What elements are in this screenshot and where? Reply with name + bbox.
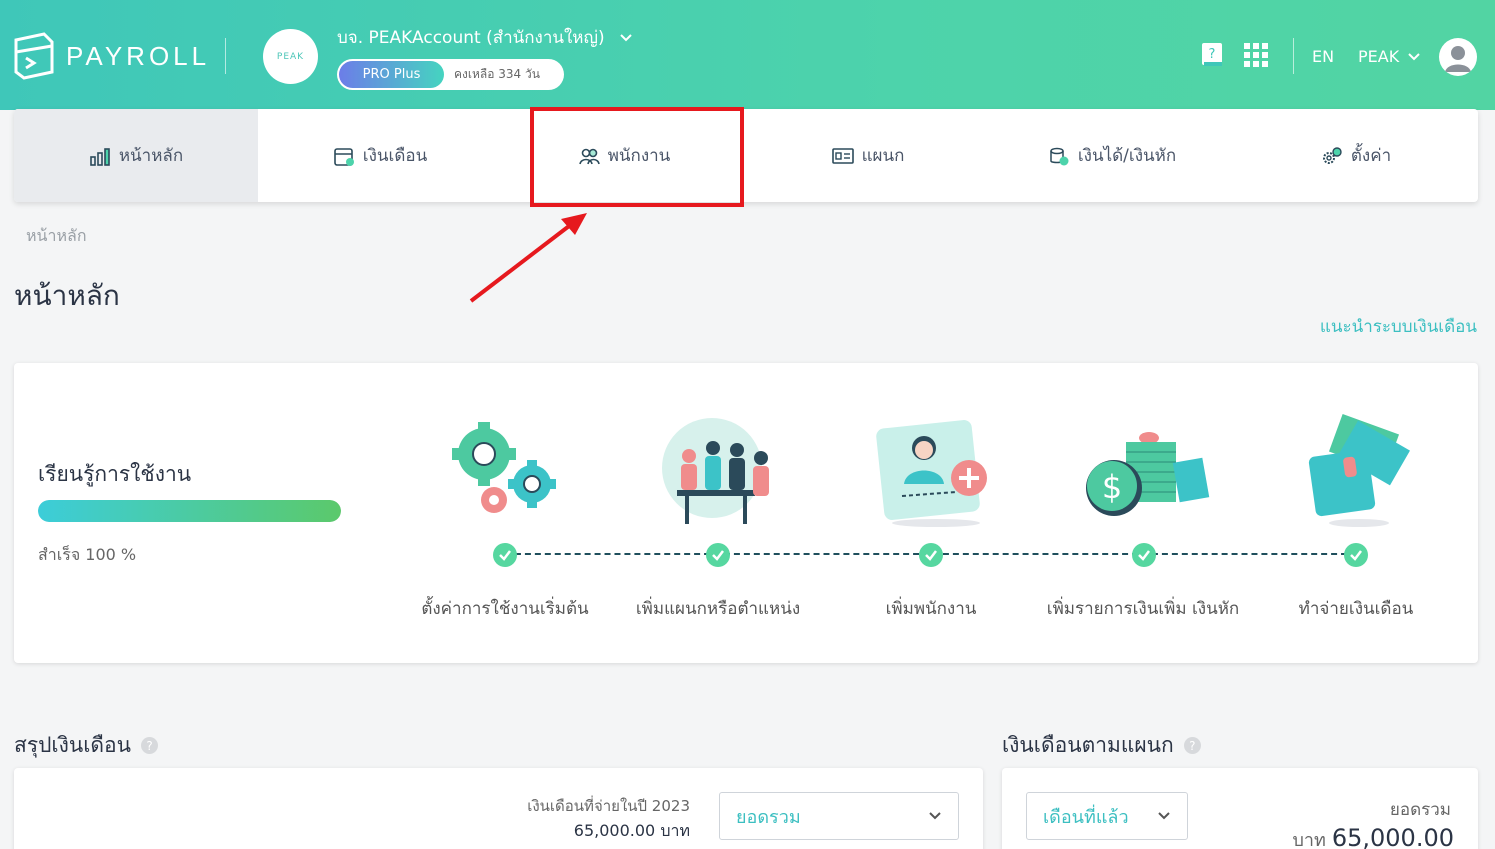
- step-label[interactable]: ทำจ่ายเงินเดือน: [1236, 595, 1476, 622]
- gears-icon: [1322, 146, 1342, 164]
- summary-section-title: สรุปเงินเดือน ?: [14, 729, 158, 762]
- nav-item-salary[interactable]: เงินเดือน: [258, 109, 502, 202]
- header-divider: [225, 38, 226, 74]
- payroll-logo[interactable]: PAYROLL: [14, 32, 210, 80]
- summary-select-value: ยอดรวม: [736, 806, 801, 828]
- chart-icon: [90, 147, 110, 166]
- user-name: PEAK: [1358, 47, 1400, 66]
- total-value: 65,000.00: [1331, 824, 1454, 849]
- highlight-box: [530, 107, 744, 207]
- plan-remaining: คงเหลือ 334 วัน: [454, 67, 540, 81]
- nav-item-home[interactable]: หน้าหลัก: [14, 109, 258, 202]
- header-divider: [1293, 38, 1294, 74]
- plan-badge: PRO Plus: [339, 61, 444, 88]
- coins-illustration-icon[interactable]: $: [1084, 418, 1214, 528]
- help-icon[interactable]: ?: [1183, 737, 1201, 754]
- annotation-arrow-icon: [469, 213, 587, 303]
- plan-pill[interactable]: PRO Plus คงเหลือ 334 วัน: [337, 59, 564, 90]
- page-title: หน้าหลัก: [14, 279, 120, 312]
- department-section-title: เงินเดือนตามแผนก ?: [1002, 729, 1201, 762]
- learn-card: เรียนรู้การใช้งาน สำเร็จ 100 % $ ตั้งค่า…: [14, 363, 1478, 663]
- logo-icon: [14, 32, 54, 80]
- step-5-check-icon: [1344, 543, 1368, 567]
- svg-text:?: ?: [1209, 47, 1216, 62]
- nav-item-income-deduction[interactable]: เงินได้/เงินหัก: [990, 109, 1234, 202]
- help-icon[interactable]: ?: [141, 737, 158, 754]
- chevron-down-icon: [1158, 812, 1170, 820]
- guide-link[interactable]: แนะนำระบบเงินเดือน: [1320, 313, 1477, 340]
- nav-item-label: เงินเดือน: [362, 146, 428, 166]
- nav-item-department[interactable]: แผนก: [746, 109, 990, 202]
- step-3-check-icon: [919, 543, 943, 567]
- nav-item-settings[interactable]: ตั้งค่า: [1234, 109, 1478, 202]
- nav-item-label: แผนก: [861, 146, 905, 166]
- paid-label: เงินเดือนที่จ่ายในปี 2023: [527, 797, 690, 815]
- company-avatar-text: PEAK: [276, 51, 305, 62]
- department-card: เดือนที่แล้ว ยอดรวม บาท 65,000.00: [1002, 768, 1478, 849]
- total-label: ยอดรวม: [1389, 800, 1451, 820]
- user-menu[interactable]: PEAK: [1358, 47, 1421, 66]
- apps-grid-icon[interactable]: [1244, 42, 1268, 68]
- main-nav: หน้าหลัก เงินเดือน พนักงาน แผนก เงินได้/…: [14, 109, 1478, 202]
- progress-text: สำเร็จ 100 %: [38, 545, 137, 564]
- learn-progress-bar: [38, 500, 341, 522]
- user-avatar[interactable]: [1439, 38, 1477, 76]
- step-label[interactable]: ตั้งค่าการใช้งานเริ่มต้น: [385, 595, 625, 622]
- step-4-check-icon: [1132, 543, 1156, 567]
- svg-text:$: $: [1102, 468, 1122, 506]
- nav-item-label: หน้าหลัก: [118, 146, 184, 166]
- learn-title: เรียนรู้การใช้งาน: [38, 462, 192, 486]
- total-amount: บาท 65,000.00: [1292, 824, 1454, 849]
- period-select[interactable]: เดือนที่แล้ว: [1026, 792, 1188, 840]
- step-label[interactable]: เพิ่มรายการเงินเพิ่ม เงินหัก: [1023, 595, 1263, 622]
- team-illustration-icon[interactable]: [657, 418, 782, 528]
- help-book-icon[interactable]: ?: [1201, 42, 1225, 68]
- logo-text: PAYROLL: [66, 40, 211, 71]
- period-select-value: เดือนที่แล้ว: [1043, 806, 1129, 828]
- summary-card: เงินเดือนที่จ่ายในปี 2023 65,000.00 บาท …: [14, 768, 983, 849]
- company-avatar[interactable]: PEAK: [263, 29, 318, 84]
- company-selector[interactable]: บจ. PEAKAccount (สำนักงานใหญ่): [337, 24, 633, 51]
- chevron-down-icon: [929, 812, 941, 820]
- add-employee-illustration-icon[interactable]: [876, 418, 996, 528]
- summary-title: สรุปเงินเดือน: [14, 733, 131, 757]
- step-label[interactable]: เพิ่มพนักงาน: [811, 595, 1051, 622]
- summary-type-select[interactable]: ยอดรวม: [719, 792, 959, 840]
- gears-illustration-icon[interactable]: [450, 418, 560, 523]
- chevron-down-icon: [619, 33, 632, 41]
- paid-value: 65,000.00 บาท: [573, 821, 690, 840]
- calendar-icon: [333, 147, 354, 166]
- wallet-illustration-icon[interactable]: [1304, 413, 1414, 528]
- coins-icon: [1050, 147, 1069, 165]
- step-1-check-icon: [493, 543, 517, 567]
- chevron-down-icon: [1408, 52, 1420, 60]
- id-card-icon: [831, 147, 854, 164]
- step-label[interactable]: เพิ่มแผนกหรือตำแหน่ง: [598, 595, 838, 622]
- department-title: เงินเดือนตามแผนก: [1002, 733, 1174, 757]
- language-toggle[interactable]: EN: [1312, 47, 1334, 66]
- user-icon: [1445, 46, 1471, 72]
- top-header: PAYROLL PEAK บจ. PEAKAccount (สำนักงานให…: [0, 0, 1495, 110]
- progress-fill: [38, 500, 341, 522]
- step-2-check-icon: [706, 543, 730, 567]
- breadcrumb[interactable]: หน้าหลัก: [26, 224, 87, 249]
- company-name: บจ. PEAKAccount (สำนักงานใหญ่): [337, 28, 605, 48]
- nav-item-label: เงินได้/เงินหัก: [1077, 146, 1177, 166]
- total-currency: บาท: [1292, 830, 1326, 849]
- nav-item-label: ตั้งค่า: [1350, 146, 1392, 166]
